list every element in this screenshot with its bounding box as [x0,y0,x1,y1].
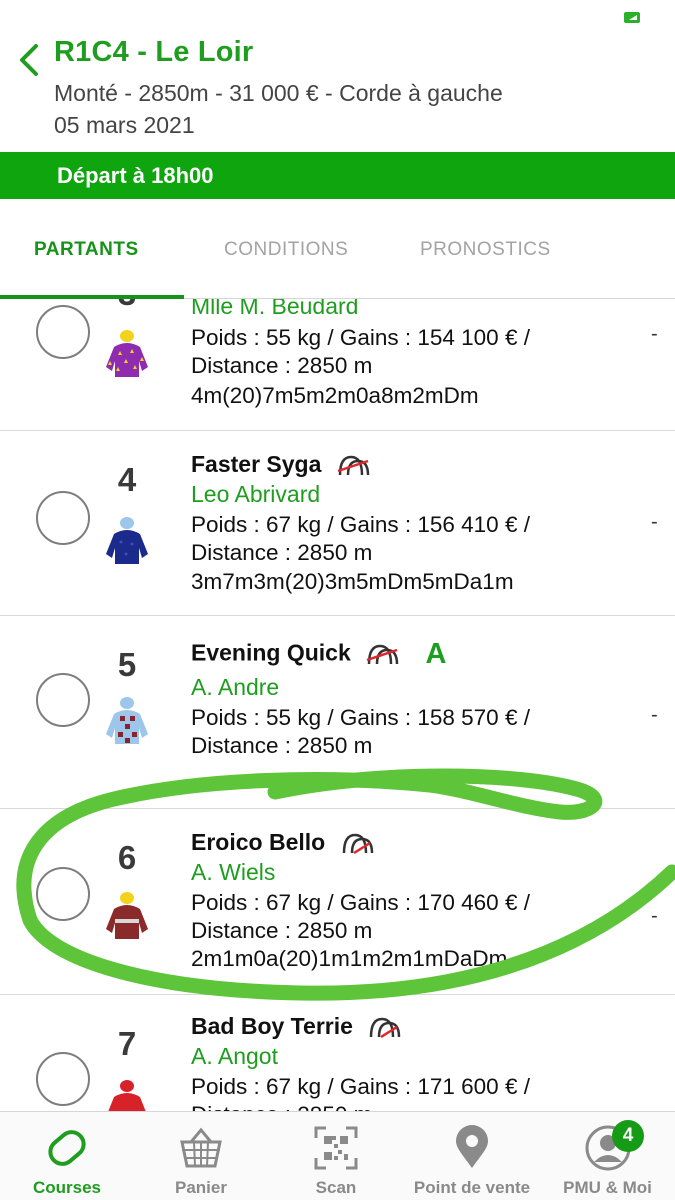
runner-number: 4 [117,461,137,498]
location-pin-icon [456,1125,488,1168]
nav-pmu-et-moi[interactable]: 4 PMU & Moi [540,1112,675,1200]
horse-name: Evening Quick A [191,638,447,670]
jockey-silk-icon [106,892,148,939]
runner-distance: Distance : 2850 m [191,918,373,943]
runner-weight-gains: Poids : 55 kg / Gains : 158 570 € / [191,705,530,730]
runner-row[interactable]: 5 Evening Quick A A. Andre Poids : 55 kg… [0,616,675,809]
horse-name: Eroico Bello [191,829,374,857]
runner-number: 5 [117,646,137,683]
runner-odds: - [651,323,658,345]
tab-bar: PARTANTS CONDITIONS PRONOSTICS [0,199,675,299]
unshod-shoe-icon [337,455,370,475]
runner-list[interactable]: 3 Mlle M. Beudard Poids : 55 kg / Gains … [0,299,675,1111]
nav-panier[interactable]: Panier [134,1112,268,1200]
runner-row[interactable]: 4 Faster Syga Leo Abrivard Poids : 67 kg… [0,431,675,616]
select-radio[interactable] [36,305,90,359]
race-title: R1C4 - Le Loir [54,36,254,68]
race-details: Monté - 2850m - 31 000 € - Corde à gauch… [54,80,503,106]
horse-name: Faster Syga [191,451,370,479]
nav-label: Panier [175,1178,227,1197]
back-button[interactable] [14,38,44,82]
tab-conditions[interactable]: CONDITIONS [224,239,348,261]
runner-form: 4m(20)7m5m2m0a8m2mDm [191,383,479,408]
nav-label: PMU & Moi [563,1178,652,1197]
bottom-nav: Courses Panier Scan Point de vente 4 PMU… [0,1111,675,1200]
tab-partants[interactable]: PARTANTS [34,239,139,261]
runner-row[interactable]: 7 Bad Boy Terrie A. Angot Poids : 67 kg … [0,995,675,1111]
tab-pronostics[interactable]: PRONOSTICS [420,239,551,261]
nav-scan[interactable]: Scan [268,1112,404,1200]
jockey-silk-icon [106,330,148,377]
race-date: 05 mars 2021 [54,112,195,138]
runner-row[interactable]: 3 Mlle M. Beudard Poids : 55 kg / Gains … [0,299,675,431]
nav-point-de-vente[interactable]: Point de vente [404,1112,540,1200]
unshod-shoe-icon [342,833,373,854]
runner-number: 6 [117,839,137,876]
runner-row[interactable]: 6 Eroico Bello A. Wiels Poids : 67 kg / … [0,809,675,995]
runner-form: 3m7m3m(20)3m5mDm5mDa1m [191,569,514,594]
runner-form: 2m1m0a(20)1m1m2m1mDaDm [191,946,508,971]
qr-scan-icon [314,1126,358,1170]
courses-icon [48,1130,86,1166]
chevron-left-icon [20,44,38,76]
runner-distance: Distance : 2850 m [191,733,373,758]
departure-banner: Départ à 18h00 [0,152,675,199]
departure-time: Départ à 18h00 [57,163,214,188]
runner-distance: Distance : 2850 m [191,540,373,565]
runner-weight-gains: Poids : 67 kg / Gains : 170 460 € / [191,890,530,915]
horse-name: Bad Boy Terrie [191,1013,401,1041]
nav-label: Point de vente [413,1178,531,1197]
runner-distance: Distance : 2850 m [191,353,373,378]
battery-icon [624,12,640,23]
runner-badge: A [425,638,447,670]
runner-number: 7 [117,1025,137,1062]
select-radio[interactable] [36,673,90,727]
jockey-name: Leo Abrivard [191,481,321,507]
runner-weight-gains: Poids : 55 kg / Gains : 154 100 € / [191,325,530,350]
nav-label: Courses [32,1178,102,1197]
unshod-shoe-icon [366,644,399,664]
jockey-name: A. Angot [191,1043,278,1069]
race-header: R1C4 - Le Loir Monté - 2850m - 31 000 € … [0,30,675,152]
runner-odds: - [651,704,658,726]
select-radio[interactable] [36,1052,90,1106]
jockey-name: Mlle M. Beudard [191,299,359,319]
nav-label: Scan [315,1178,357,1197]
runner-odds: - [651,905,658,927]
runner-weight-gains: Poids : 67 kg / Gains : 171 600 € / [191,1074,530,1099]
runner-weight-gains: Poids : 67 kg / Gains : 156 410 € / [191,512,530,537]
runner-distance: Distance : 2850 m [191,1101,372,1111]
jockey-name: A. Wiels [191,859,276,885]
select-radio[interactable] [36,491,90,545]
basket-icon [180,1127,222,1168]
notification-badge: 4 [612,1120,644,1152]
select-radio[interactable] [36,867,90,921]
runner-odds: - [651,511,658,533]
jockey-silk-icon [106,697,148,744]
nav-courses[interactable]: Courses [0,1112,134,1200]
runner-number: 3 [112,299,142,313]
jockey-silk-icon [106,517,148,564]
unshod-shoe-icon [370,1017,401,1038]
jockey-name: A. Andre [191,674,280,700]
jockey-silk-icon [108,1080,146,1111]
